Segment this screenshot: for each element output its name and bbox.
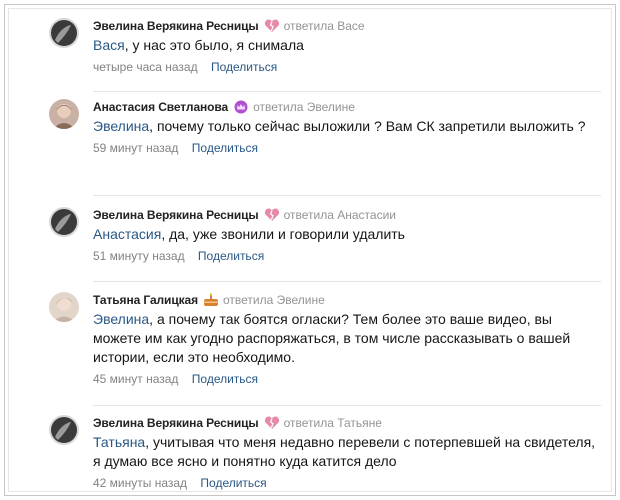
mention-link[interactable]: Эвелина — [93, 311, 149, 327]
comment-3: Эвелина Верякина Ресницы ответила Анаста… — [5, 204, 615, 282]
replied-to-link[interactable]: ответила Васе — [284, 19, 365, 33]
comment-4: Татьяна Галицкая ответила Эвелине Эвелин… — [5, 289, 615, 409]
comment-meta: 59 минут назад Поделиться — [93, 141, 601, 156]
share-link[interactable]: Поделиться — [200, 476, 266, 490]
comment-divider — [93, 405, 601, 406]
comment-divider — [93, 195, 601, 196]
comment-meta: 42 минуты назад Поделиться — [93, 476, 601, 491]
mention-link[interactable]: Вася — [93, 37, 125, 53]
share-link[interactable]: Поделиться — [211, 60, 277, 74]
broken-heart-icon[interactable] — [264, 416, 280, 430]
share-link[interactable]: Поделиться — [192, 372, 258, 386]
comment-5: Эвелина Верякина Ресницы ответила Татьян… — [5, 412, 615, 495]
comment-text: Анастасия, да, уже звонили и говорили уд… — [93, 225, 601, 244]
comment-divider — [93, 91, 601, 92]
comment-meta: 51 минуту назад Поделиться — [93, 249, 601, 264]
comment-time[interactable]: четыре часа назад — [93, 60, 198, 74]
mention-link[interactable]: Анастасия — [93, 226, 161, 242]
comment-text: Татьяна, учитывая что меня недавно перев… — [93, 433, 601, 471]
avatar[interactable] — [49, 415, 79, 445]
comment-author[interactable]: Эвелина Верякина Ресницы — [93, 208, 259, 222]
comment-author[interactable]: Татьяна Галицкая — [93, 293, 198, 307]
comment-text-body: , почему только сейчас выложили ? Вам СК… — [149, 118, 586, 134]
comment-2: Анастасия Светланова ответила Эвелине Эв… — [5, 96, 615, 196]
comment-time[interactable]: 45 минут назад — [93, 372, 178, 386]
comment-meta: 45 минут назад Поделиться — [93, 372, 601, 387]
comment-text: Эвелина, а почему так боятся огласки? Те… — [93, 310, 601, 367]
comment-1: Эвелина Верякина Ресницы ответила Васе В… — [5, 15, 615, 93]
avatar[interactable] — [49, 207, 79, 237]
comment-text-body: , учитывая что меня недавно перевели с п… — [93, 434, 596, 469]
replied-to-link[interactable]: ответила Эвелине — [223, 293, 325, 307]
comment-meta: четыре часа назад Поделиться — [93, 60, 601, 75]
avatar[interactable] — [49, 292, 79, 322]
comment-author[interactable]: Эвелина Верякина Ресницы — [93, 416, 259, 430]
share-link[interactable]: Поделиться — [192, 141, 258, 155]
replied-to-link[interactable]: ответила Анастасии — [284, 208, 396, 222]
replied-to-link[interactable]: ответила Эвелине — [253, 100, 355, 114]
comment-author[interactable]: Эвелина Верякина Ресницы — [93, 19, 259, 33]
broken-heart-icon[interactable] — [264, 208, 280, 222]
mention-link[interactable]: Татьяна — [93, 434, 145, 450]
comment-time[interactable]: 59 минут назад — [93, 141, 178, 155]
avatar[interactable] — [49, 18, 79, 48]
comment-time[interactable]: 51 минуту назад — [93, 249, 185, 263]
comment-text-body: , да, уже звонили и говорили удалить — [161, 226, 405, 242]
comments-frame: Эвелина Верякина Ресницы ответила Васе В… — [4, 4, 616, 496]
comment-author[interactable]: Анастасия Светланова — [93, 100, 228, 114]
comment-text-body: , а почему так боятся огласки? Тем более… — [93, 311, 571, 365]
comment-text-body: , у нас это было, я снимала — [124, 37, 304, 53]
replied-to-link[interactable]: ответила Татьяне — [284, 416, 382, 430]
broken-heart-icon[interactable] — [264, 19, 280, 33]
mention-link[interactable]: Эвелина — [93, 118, 149, 134]
comment-text: Эвелина, почему только сейчас выложили ?… — [93, 117, 601, 136]
avatar[interactable] — [49, 99, 79, 129]
cake-icon[interactable] — [203, 293, 219, 307]
comment-divider — [93, 281, 601, 282]
comment-time[interactable]: 42 минуты назад — [93, 476, 187, 490]
crown-icon[interactable] — [233, 100, 249, 114]
share-link[interactable]: Поделиться — [198, 249, 264, 263]
comment-text: Вася, у нас это было, я снимала — [93, 36, 601, 55]
